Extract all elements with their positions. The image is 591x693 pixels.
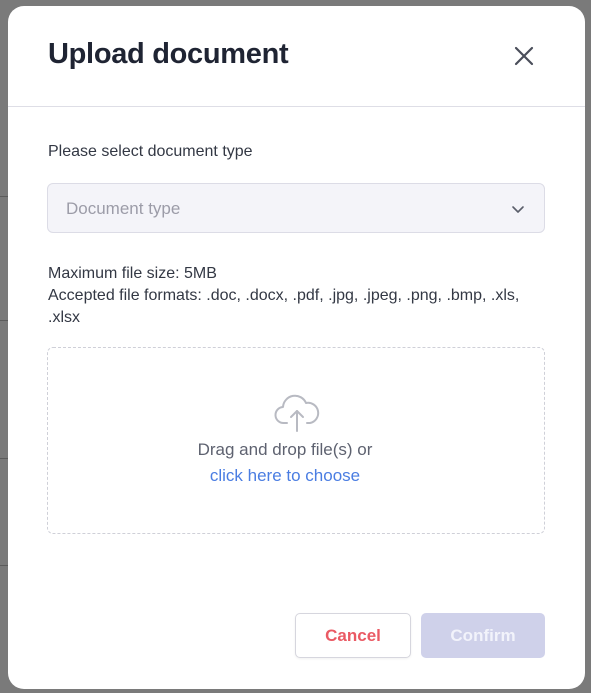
background-divider	[0, 565, 8, 566]
upload-document-dialog: Upload document Please select document t…	[8, 6, 585, 689]
background-page-fragment	[0, 30, 8, 62]
file-requirements: Maximum file size: 5MB Accepted file for…	[48, 263, 538, 329]
close-icon	[514, 46, 534, 66]
document-type-select[interactable]: Document type	[47, 183, 545, 233]
chevron-down-icon	[512, 206, 524, 213]
choose-file-link[interactable]: click here to choose	[48, 466, 522, 486]
background-divider	[0, 458, 8, 459]
close-button[interactable]	[510, 42, 538, 70]
cancel-button[interactable]: Cancel	[295, 613, 411, 658]
document-type-label: Please select document type	[48, 143, 253, 160]
file-dropzone[interactable]: Drag and drop file(s) or click here to c…	[47, 347, 545, 534]
dropzone-instruction: Drag and drop file(s) or	[197, 440, 373, 459]
document-type-placeholder: Document type	[66, 199, 181, 218]
accepted-formats-text: Accepted file formats: .doc, .docx, .pdf…	[48, 287, 520, 326]
max-file-size-text: Maximum file size: 5MB	[48, 265, 217, 282]
dialog-title: Upload document	[48, 38, 289, 70]
background-divider	[0, 320, 8, 321]
cloud-upload-icon	[274, 394, 320, 432]
confirm-button[interactable]: Confirm	[421, 613, 545, 658]
background-divider	[0, 196, 8, 197]
dialog-header: Upload document	[8, 6, 585, 107]
